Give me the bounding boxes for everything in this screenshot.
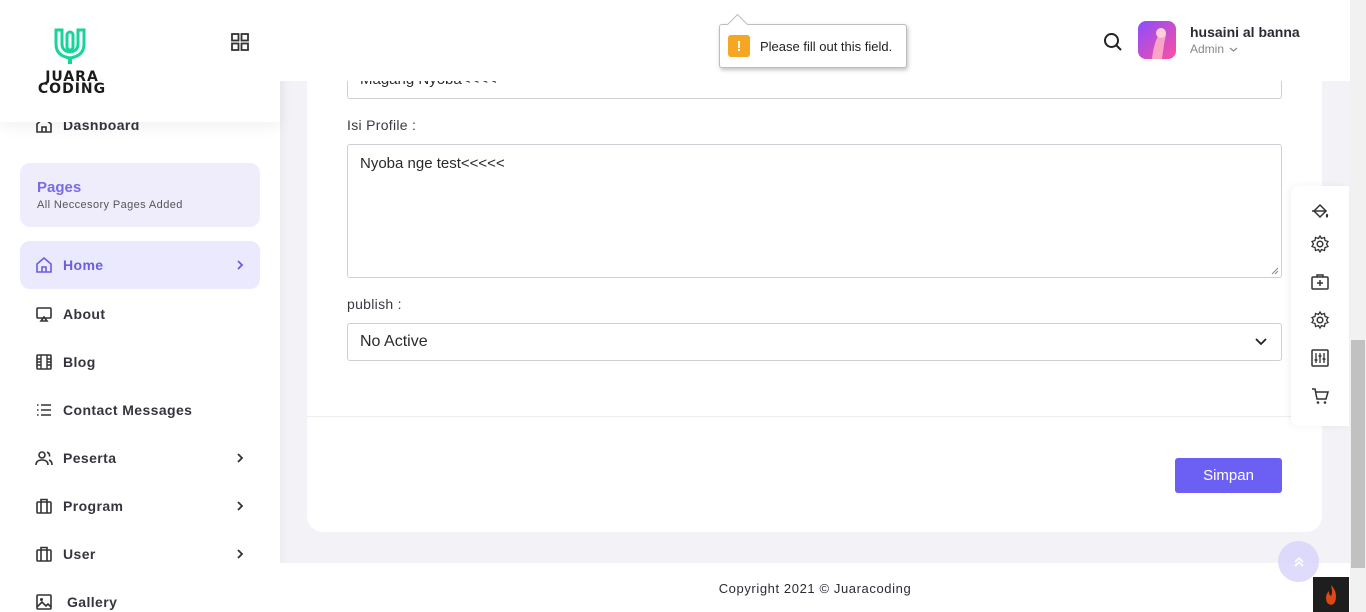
validation-tooltip: ! Please fill out this field. (719, 24, 907, 68)
avatar[interactable] (1138, 21, 1176, 59)
form-card (307, 40, 1322, 532)
chevron-down-icon (1255, 338, 1267, 346)
image-icon (36, 594, 52, 610)
pages-subtitle: All Neccesory Pages Added (37, 199, 183, 211)
medical-kit-icon[interactable] (1310, 272, 1330, 292)
sidebar-item-label: About (63, 306, 106, 322)
sidebar-item-label: Blog (63, 354, 96, 370)
copyright-text: Copyright 2021 © Juaracoding (718, 581, 912, 596)
profile-textarea-value: Nyoba nge test<<<<< (360, 155, 505, 172)
users-icon (35, 451, 53, 466)
card-divider (307, 416, 1322, 417)
sidebar-item-home[interactable]: Home (20, 241, 260, 289)
sidebar-item-about[interactable]: About (20, 290, 260, 338)
juaracoding-logo-icon (54, 28, 86, 64)
resize-handle-icon[interactable] (1271, 267, 1279, 275)
search-icon[interactable] (1102, 31, 1124, 53)
pages-section-header: Pages All Neccesory Pages Added (20, 163, 260, 227)
sidebar-item-label: User (63, 546, 96, 562)
sliders-icon[interactable] (1310, 348, 1330, 368)
profile-textarea[interactable]: Nyoba nge test<<<<< (347, 144, 1282, 278)
list-icon (37, 404, 51, 416)
cart-icon[interactable] (1310, 386, 1330, 406)
grid-menu-icon[interactable] (230, 32, 250, 52)
monitor-icon (36, 307, 52, 322)
home-icon (36, 256, 52, 273)
sidebar-item-label: Peserta (63, 450, 117, 466)
sidebar-item-label: Gallery (67, 594, 118, 610)
sidebar-header: JUARA CODING (0, 0, 280, 122)
save-button[interactable]: Simpan (1175, 458, 1282, 493)
sidebar-item-gallery[interactable]: Gallery (20, 578, 260, 612)
codeigniter-flame-button[interactable] (1313, 577, 1349, 612)
user-role-label: Admin (1190, 42, 1225, 56)
sidebar-item-peserta[interactable]: Peserta (20, 434, 260, 482)
sidebar-item-contact-messages[interactable]: Contact Messages (20, 386, 260, 434)
chevron-right-icon (237, 549, 244, 559)
sidebar-item-program[interactable]: Program (20, 482, 260, 530)
profile-label: Isi Profile : (347, 117, 417, 133)
sidebar-item-user[interactable]: User (20, 530, 260, 578)
sidebar-item-label: Contact Messages (63, 402, 193, 418)
chevron-right-icon (237, 260, 244, 270)
chevron-down-icon (1229, 47, 1238, 52)
sidebar-item-blog[interactable]: Blog (20, 338, 260, 386)
avatar-image-icon (1152, 28, 1166, 59)
footer: Copyright 2021 © Juaracoding (280, 563, 1350, 612)
chevron-right-icon (237, 501, 244, 511)
page-scrollbar-thumb[interactable] (1351, 340, 1365, 568)
gear-icon[interactable] (1310, 310, 1330, 330)
chevron-right-icon (237, 453, 244, 463)
scroll-to-top-button[interactable] (1278, 541, 1319, 582)
chevrons-up-icon (1293, 556, 1304, 567)
gear-icon[interactable] (1310, 234, 1330, 254)
flame-icon (1326, 584, 1336, 605)
warning-icon: ! (728, 35, 750, 57)
publish-select-value: No Active (360, 333, 428, 350)
logo-text: JUARA CODING (37, 69, 107, 97)
briefcase-icon (36, 546, 52, 562)
pages-title: Pages (37, 179, 82, 196)
film-icon (36, 354, 52, 370)
sidebar-item-label: Program (63, 498, 124, 514)
user-name: husaini al banna (1190, 24, 1300, 40)
briefcase-icon (36, 498, 52, 514)
user-role-dropdown[interactable]: Admin (1190, 42, 1238, 56)
sidebar-item-label: Home (63, 257, 104, 273)
sidebar: JUARA CODING Dashboard Pages All Necceso… (0, 0, 280, 612)
publish-select[interactable]: No Active (347, 323, 1282, 361)
paint-bucket-icon[interactable] (1310, 202, 1330, 222)
right-toolbar (1291, 186, 1349, 426)
publish-label: publish : (347, 296, 402, 312)
validation-message: Please fill out this field. (760, 38, 893, 54)
